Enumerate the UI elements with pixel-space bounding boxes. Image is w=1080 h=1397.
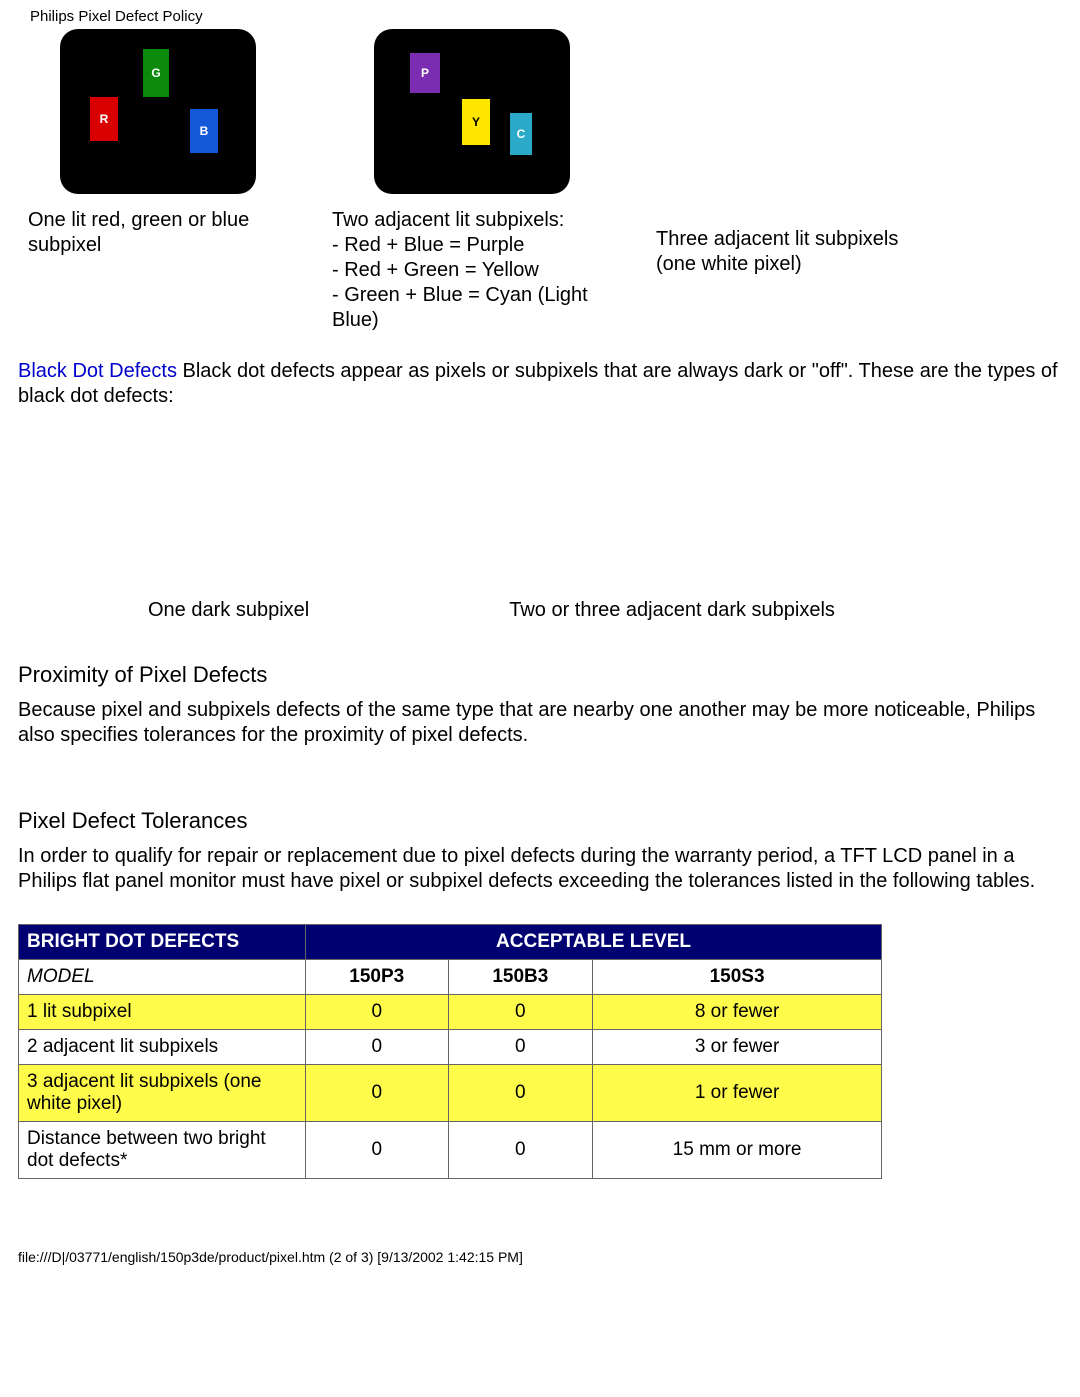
value-cell: 0 bbox=[306, 995, 449, 1030]
value-cell: 0 bbox=[306, 1122, 449, 1179]
blue-chip: B bbox=[190, 109, 218, 153]
footer-path: file:///D|/03771/english/150p3de/product… bbox=[0, 1219, 1080, 1275]
caption-one-dark: One dark subpixel bbox=[148, 599, 309, 622]
cap2-line1: Two adjacent lit subpixels: bbox=[332, 209, 564, 231]
bright-dot-table: BRIGHT DOT DEFECTS ACCEPTABLE LEVEL MODE… bbox=[18, 924, 882, 1179]
caption-three-adjacent: Three adjacent lit subpixels (one white … bbox=[656, 179, 916, 277]
diagram-cell-rgb: R G B One lit red, green or blue subpixe… bbox=[18, 29, 308, 258]
value-cell: 1 or fewer bbox=[593, 1065, 882, 1122]
table-model-row: MODEL 150P3 150B3 150S3 bbox=[19, 960, 882, 995]
value-cell: 0 bbox=[306, 1030, 449, 1065]
black-dot-term: Black Dot Defects bbox=[18, 360, 177, 382]
value-cell: 0 bbox=[306, 1065, 449, 1122]
table-header-row: BRIGHT DOT DEFECTS ACCEPTABLE LEVEL bbox=[19, 925, 882, 960]
pyc-subpixel-panel: P Y C bbox=[374, 29, 570, 194]
table-row: 1 lit subpixel008 or fewer bbox=[19, 995, 882, 1030]
row-label-cell: 2 adjacent lit subpixels bbox=[19, 1030, 306, 1065]
rgb-subpixel-panel: R G B bbox=[60, 29, 256, 194]
black-dot-paragraph: Black Dot Defects Black dot defects appe… bbox=[18, 359, 1062, 409]
model-label-cell: MODEL bbox=[19, 960, 306, 995]
diagram-cell-pyc: P Y C Two adjacent lit subpixels: - Red … bbox=[332, 29, 632, 333]
cap2-line4: - Green + Blue = Cyan (Light Blue) bbox=[332, 284, 588, 331]
diagram-cell-white: Three adjacent lit subpixels (one white … bbox=[656, 29, 936, 277]
content-area: R G B One lit red, green or blue subpixe… bbox=[0, 29, 1080, 1219]
cyan-chip: C bbox=[510, 113, 532, 155]
header-acceptable: ACCEPTABLE LEVEL bbox=[306, 925, 882, 960]
value-cell: 0 bbox=[448, 1065, 593, 1122]
proximity-heading: Proximity of Pixel Defects bbox=[18, 662, 1062, 688]
caption-two-adjacent: Two adjacent lit subpixels: - Red + Blue… bbox=[332, 194, 632, 333]
caption-two-three-dark: Two or three adjacent dark subpixels bbox=[509, 599, 835, 622]
row-label-cell: Distance between two bright dot defects* bbox=[19, 1122, 306, 1179]
table-row: 3 adjacent lit subpixels (one white pixe… bbox=[19, 1065, 882, 1122]
value-cell: 15 mm or more bbox=[593, 1122, 882, 1179]
value-cell: 0 bbox=[448, 1030, 593, 1065]
dark-caption-row: One dark subpixel Two or three adjacent … bbox=[18, 599, 1062, 622]
model-150s3: 150S3 bbox=[593, 960, 882, 995]
purple-chip: P bbox=[410, 53, 440, 93]
bright-dot-diagram-row: R G B One lit red, green or blue subpixe… bbox=[18, 29, 1062, 333]
caption-one-lit: One lit red, green or blue subpixel bbox=[28, 194, 308, 258]
red-chip: R bbox=[90, 97, 118, 141]
row-label-cell: 3 adjacent lit subpixels (one white pixe… bbox=[19, 1065, 306, 1122]
table-row: 2 adjacent lit subpixels003 or fewer bbox=[19, 1030, 882, 1065]
table-row: Distance between two bright dot defects*… bbox=[19, 1122, 882, 1179]
header-bright-dot: BRIGHT DOT DEFECTS bbox=[19, 925, 306, 960]
green-chip: G bbox=[143, 49, 169, 97]
value-cell: 0 bbox=[448, 1122, 593, 1179]
row-label-cell: 1 lit subpixel bbox=[19, 995, 306, 1030]
value-cell: 8 or fewer bbox=[593, 995, 882, 1030]
cap2-line3: - Red + Green = Yellow bbox=[332, 259, 539, 281]
model-150b3: 150B3 bbox=[448, 960, 593, 995]
cap2-line2: - Red + Blue = Purple bbox=[332, 234, 524, 256]
value-cell: 3 or fewer bbox=[593, 1030, 882, 1065]
tolerances-heading: Pixel Defect Tolerances bbox=[18, 808, 1062, 834]
tolerances-text: In order to qualify for repair or replac… bbox=[18, 844, 1062, 894]
proximity-text: Because pixel and subpixels defects of t… bbox=[18, 698, 1062, 748]
page-title: Philips Pixel Defect Policy bbox=[0, 0, 1080, 29]
value-cell: 0 bbox=[448, 995, 593, 1030]
model-150p3: 150P3 bbox=[306, 960, 449, 995]
yellow-chip: Y bbox=[462, 99, 490, 145]
